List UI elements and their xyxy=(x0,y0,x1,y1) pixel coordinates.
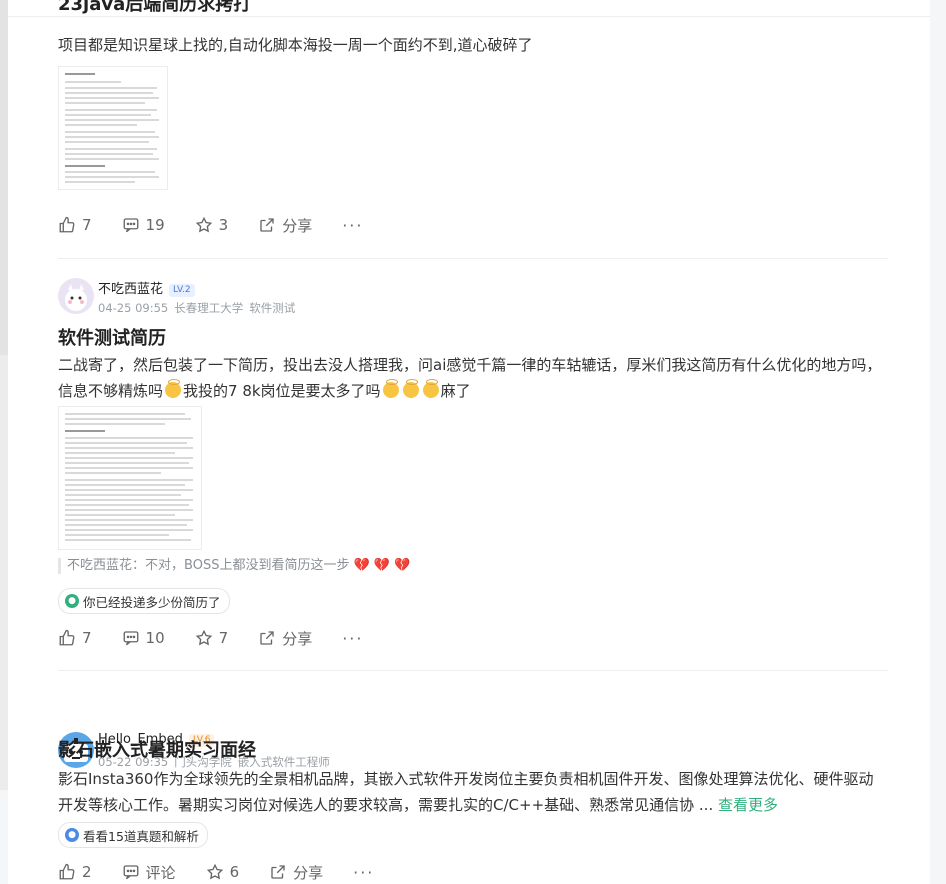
more-options-icon[interactable]: ··· xyxy=(353,863,374,882)
post-image[interactable] xyxy=(58,66,168,190)
topic-icon: ● xyxy=(65,594,79,608)
share-label: 分享 xyxy=(293,863,324,882)
comment-button[interactable]: 评论 xyxy=(122,862,176,883)
left-scroll-strip xyxy=(0,0,8,790)
comment-button[interactable]: 10 xyxy=(122,629,165,647)
star-count: 6 xyxy=(229,863,240,881)
post-text[interactable]: 二战寄了，然后包装了一下简历，投出去没人搭理我，问ai感觉千篇一律的车轱辘话，厚… xyxy=(58,352,888,404)
topic-tag[interactable]: ● 你已经投递多少份简历了 xyxy=(58,588,230,614)
comment-count: 10 xyxy=(145,629,165,647)
like-count: 7 xyxy=(82,629,92,647)
author-name-text: 不吃西蓝花 xyxy=(98,282,164,297)
post-actions: 7 19 3 分享 ··· xyxy=(58,214,888,236)
post-actions: 2 评论 6 分享 ··· xyxy=(58,861,888,883)
post-meta: 04-25 09:55 长春理工大学 软件测试 xyxy=(98,300,301,316)
topic-tag[interactable]: ● 看看15道真题和解析 xyxy=(58,822,208,848)
like-button[interactable]: 7 xyxy=(58,629,92,647)
post-divider xyxy=(58,258,888,259)
star-icon xyxy=(195,216,212,233)
question-bank-icon: ● xyxy=(65,828,79,842)
share-button[interactable]: 分享 xyxy=(258,628,312,649)
comment-count: 19 xyxy=(145,216,165,234)
feed-card: 23java后端简历求拷打 项目都是知识星球上找的,自动化脚本海投一周一个面约不… xyxy=(8,0,930,884)
post-text[interactable]: 影石Insta360作为全球领先的全景相机品牌，其嵌入式软件开发岗位主要负责相机… xyxy=(58,766,888,818)
share-icon xyxy=(260,631,274,645)
post-divider xyxy=(58,670,888,671)
comment-icon xyxy=(123,865,138,880)
share-label: 分享 xyxy=(282,216,313,235)
post-title[interactable]: 影石嵌入式暑期实习面经 xyxy=(58,736,888,762)
star-icon xyxy=(206,863,223,880)
level-badge: LV.2 xyxy=(169,284,195,297)
emoji-icon xyxy=(422,379,439,398)
comment-icon xyxy=(123,631,138,646)
star-button[interactable]: 3 xyxy=(195,216,229,234)
topic-tag-row: ● 你已经投递多少份简历了 xyxy=(58,588,888,614)
post-title[interactable]: 软件测试简历 xyxy=(58,324,888,350)
author-row: 不吃西蓝花 LV.2 04-25 09:55 长春理工大学 软件测试 xyxy=(58,278,888,320)
emoji-icon xyxy=(402,379,419,398)
comment-icon xyxy=(123,218,138,233)
author-name[interactable]: 不吃西蓝花 LV.2 xyxy=(98,278,195,297)
view-more-link[interactable]: 查看更多 xyxy=(718,796,778,814)
more-options-icon[interactable]: ··· xyxy=(342,216,363,235)
thumbs-up-icon xyxy=(59,629,75,646)
post-image[interactable] xyxy=(58,406,202,550)
star-button[interactable]: 6 xyxy=(206,863,240,881)
share-button[interactable]: 分享 xyxy=(269,862,323,883)
emoji-icon xyxy=(382,379,399,398)
avatar[interactable] xyxy=(58,278,94,314)
post-title[interactable]: 23java后端简历求拷打 xyxy=(58,0,251,16)
top-comment[interactable]: 不吃西蓝花：不对，BOSS上都没到看简历这一步 💔 💔 💔 xyxy=(58,558,897,574)
share-button[interactable]: 分享 xyxy=(258,215,312,236)
share-icon xyxy=(271,865,285,879)
star-button[interactable]: 7 xyxy=(195,629,229,647)
avatar-image-icon xyxy=(58,278,94,314)
thumbs-up-icon xyxy=(59,863,75,880)
author-job: 软件测试 xyxy=(249,301,296,315)
post-actions: 7 10 7 分享 ··· xyxy=(58,627,888,649)
like-button[interactable]: 7 xyxy=(58,216,92,234)
more-options-icon[interactable]: ··· xyxy=(342,629,363,648)
comment-author: 不吃西蓝花： xyxy=(67,558,146,573)
post-text-part: 麻了 xyxy=(440,382,471,400)
star-icon xyxy=(195,629,212,646)
comment-count: 评论 xyxy=(145,863,176,882)
comment-text: 不对，BOSS上都没到看简历这一步 xyxy=(145,558,350,573)
thumbs-up-icon xyxy=(59,216,75,233)
comment-button[interactable]: 19 xyxy=(122,216,165,234)
post-body: 项目都是知识星球上找的,自动化脚本海投一周一个面约不到,道心破碎了 xyxy=(58,32,888,58)
post-text-part: 我投的7 8k岗位是要太多了吗 xyxy=(183,382,381,400)
post-date: 04-25 09:55 xyxy=(98,301,169,315)
author-school: 长春理工大学 xyxy=(174,301,244,315)
topic-tag-label: 你已经投递多少份简历了 xyxy=(83,594,221,610)
share-icon xyxy=(260,218,274,232)
star-count: 7 xyxy=(218,629,229,647)
like-count: 2 xyxy=(82,863,92,881)
share-label: 分享 xyxy=(282,629,313,648)
like-count: 7 xyxy=(82,216,92,234)
star-count: 3 xyxy=(218,216,229,234)
like-button[interactable]: 2 xyxy=(58,863,92,881)
broken-heart-icon: 💔 💔 💔 xyxy=(353,558,411,573)
emoji-icon xyxy=(165,379,182,398)
topic-tag-row: ● 看看15道真题和解析 xyxy=(58,822,888,848)
topic-tag-label: 看看15道真题和解析 xyxy=(83,828,199,844)
post-text[interactable]: 项目都是知识星球上找的,自动化脚本海投一周一个面约不到,道心破碎了 xyxy=(58,32,888,58)
